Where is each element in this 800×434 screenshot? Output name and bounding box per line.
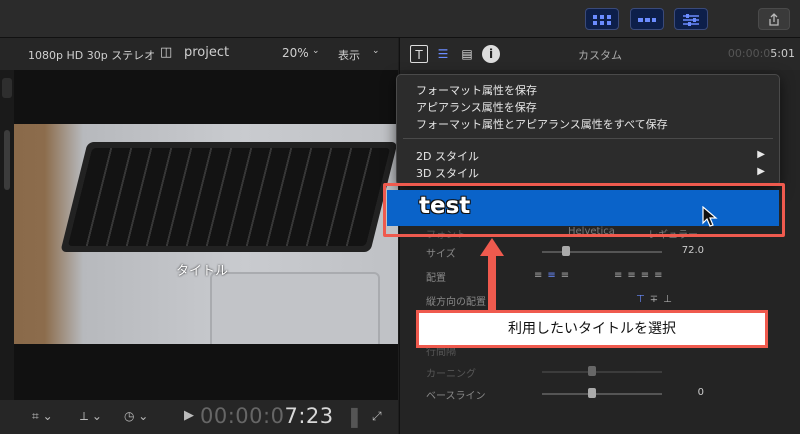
inspector-toggle-button[interactable] xyxy=(674,8,708,30)
viewer-scrollbar[interactable] xyxy=(4,130,10,190)
title-style-menu: フォーマット属性を保存 アピアランス属性を保存 フォーマット属性とアピアランス属… xyxy=(396,74,780,186)
justify-buttons[interactable]: ≡≡≡≡ xyxy=(614,270,668,281)
menu-item-3d-style[interactable]: 3D スタイル xyxy=(416,165,479,181)
viewer-left-strip xyxy=(0,70,14,400)
baseline-value[interactable]: 0 xyxy=(698,387,704,398)
vertical-align-label: 縦方向の配置 xyxy=(426,297,486,308)
viewer-timecode: 00:00:07:23 xyxy=(200,404,334,428)
callout-box: 利用したいタイトルを選択 xyxy=(416,310,768,348)
vertical-align-buttons[interactable]: ⊤∓⊥ xyxy=(636,294,677,305)
audio-meter-icon: ❚ xyxy=(346,404,363,428)
size-row: サイズ 72.0 xyxy=(410,242,790,262)
title-overlay[interactable]: タイトル xyxy=(176,260,228,279)
browser-layout-button[interactable] xyxy=(585,8,619,30)
size-slider[interactable] xyxy=(542,246,662,256)
alignment-row: 配置 ≡≡≡ ≡≡≡≡ xyxy=(410,266,790,286)
baseline-row: ベースライン 0 xyxy=(410,384,790,404)
viewer-footer: ⌗ ⌄ ⟂ ⌄ ◷ ⌄ ▶ 00:00:07:23 ❚ ⤢ xyxy=(0,400,398,434)
info-icon[interactable]: i xyxy=(482,45,500,63)
video-inspector-icon[interactable]: ▤ xyxy=(458,45,476,63)
clapper-icon: ◫ xyxy=(160,45,173,60)
inspector-header: T ☰ ▤ i カスタム 00:00:05:01 xyxy=(400,38,800,70)
inspector-title: カスタム xyxy=(578,49,622,62)
submenu-arrow-icon: ▶ xyxy=(757,149,765,160)
video-frame xyxy=(14,124,398,344)
view-menu[interactable]: 表示 xyxy=(338,47,360,63)
mouse-cursor-icon xyxy=(702,206,718,227)
baseline-slider[interactable] xyxy=(542,388,662,398)
highlight-frame xyxy=(383,183,785,237)
title-inspector-icon[interactable]: ☰ xyxy=(434,45,452,63)
inspector-timecode: 00:00:05:01 xyxy=(727,47,795,60)
callout-arrow-line xyxy=(488,252,496,314)
chevron-down-icon: ⌄ xyxy=(312,46,320,56)
vertical-align-row: 縦方向の配置 ⊤∓⊥ xyxy=(410,290,790,310)
viewer-header: 1080p HD 30p ステレオ ◫ project 20% ⌄ 表示 ⌄ xyxy=(0,38,398,70)
inspector-toggle-icon xyxy=(683,14,699,26)
fullscreen-icon[interactable]: ⤢ xyxy=(372,409,382,424)
text-inspector-icon[interactable]: T xyxy=(410,45,428,63)
chevron-down-icon: ⌄ xyxy=(372,46,380,56)
viewer-knob[interactable] xyxy=(2,78,12,98)
kerning-row: カーニング xyxy=(410,362,790,382)
format-label: 1080p HD 30p ステレオ xyxy=(28,49,156,62)
top-toolbar xyxy=(0,0,800,38)
crop-icon[interactable]: ⟂ ⌄ xyxy=(80,409,102,424)
size-value[interactable]: 72.0 xyxy=(682,245,704,256)
menu-item-save-all[interactable]: フォーマット属性とアピアランス属性をすべて保存 xyxy=(416,116,668,132)
share-icon xyxy=(769,13,779,26)
viewer-panel: 1080p HD 30p ステレオ ◫ project 20% ⌄ 表示 ⌄ タ… xyxy=(0,38,398,434)
size-label: サイズ xyxy=(426,249,456,260)
transform-icon[interactable]: ⌗ ⌄ xyxy=(32,409,53,424)
menu-item-save-appearance[interactable]: アピアランス属性を保存 xyxy=(416,99,537,115)
speed-icon[interactable]: ◷ ⌄ xyxy=(124,409,148,423)
menu-item-2d-style[interactable]: 2D スタイル xyxy=(416,148,479,164)
share-button[interactable] xyxy=(758,8,790,30)
alignment-buttons[interactable]: ≡≡≡ xyxy=(534,270,574,281)
submenu-arrow-icon: ▶ xyxy=(757,166,765,177)
timeline-layout-button[interactable] xyxy=(630,8,664,30)
zoom-menu[interactable]: 20% xyxy=(282,46,309,60)
laptop-keyboard-image xyxy=(60,142,398,252)
laptop-trackpad-image xyxy=(210,272,380,344)
play-icon[interactable]: ▶ xyxy=(184,408,194,423)
menu-item-save-format[interactable]: フォーマット属性を保存 xyxy=(416,82,537,98)
project-name: project xyxy=(184,45,230,60)
browser-layout-icon xyxy=(593,15,611,25)
timeline-layout-icon xyxy=(638,18,656,22)
alignment-label: 配置 xyxy=(426,273,446,284)
baseline-label: ベースライン xyxy=(426,391,486,402)
menu-separator xyxy=(403,138,773,139)
